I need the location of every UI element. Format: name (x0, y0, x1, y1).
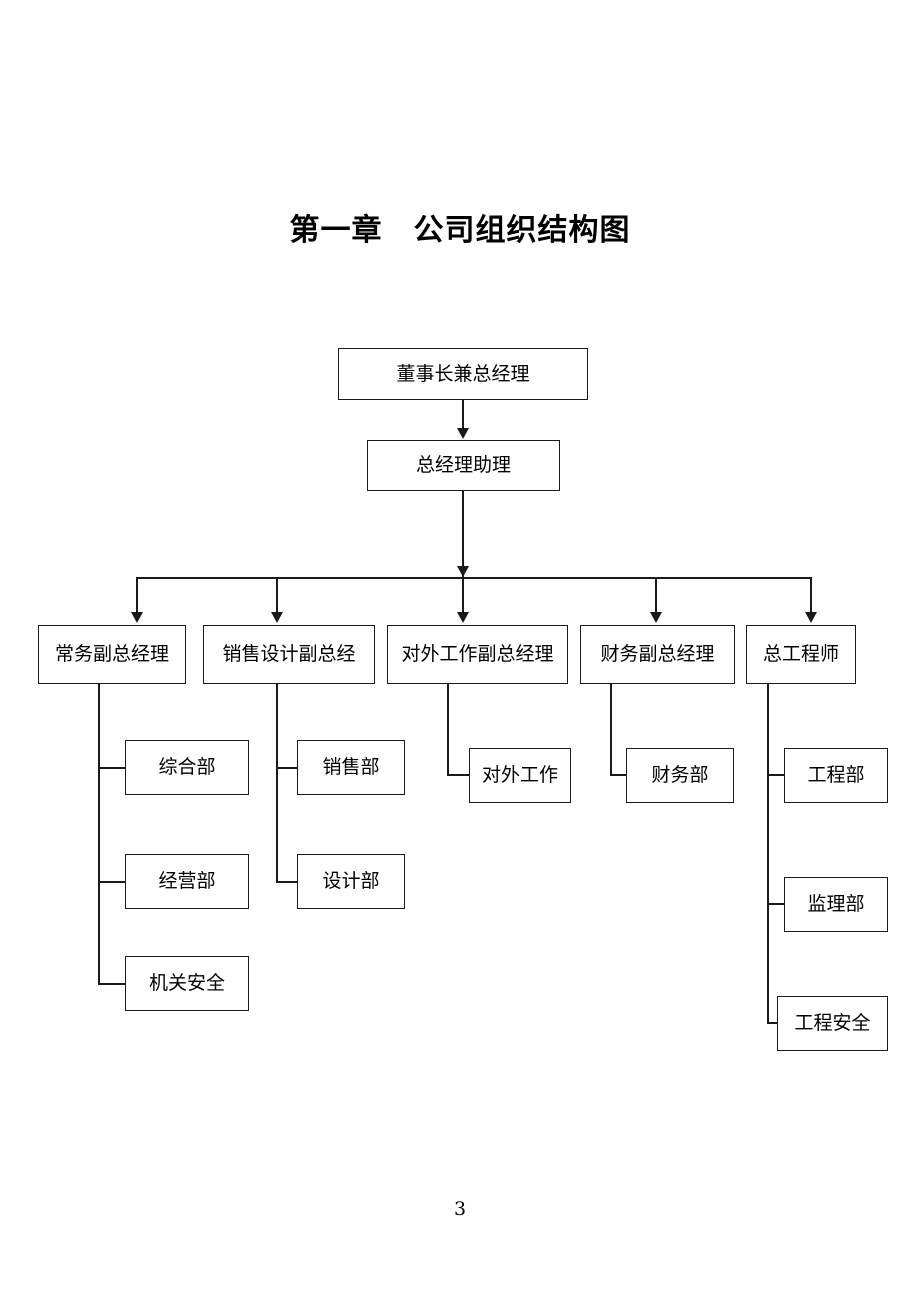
arrow-down-icon (131, 612, 143, 623)
connector-bus-drop-finance-vp (655, 577, 657, 617)
org-node-external-affairs[interactable]: 对外工作 (469, 748, 571, 803)
org-node-label: 经营部 (158, 870, 216, 893)
org-node-label: 综合部 (158, 756, 216, 779)
org-node-chairman[interactable]: 董事长兼总经理 (338, 348, 588, 400)
connector-bus-drop-exec-vp (136, 577, 138, 617)
org-node-general-dept[interactable]: 综合部 (125, 740, 249, 795)
connector-exec-vp-to-office-security (98, 983, 126, 985)
org-node-label: 工程安全 (794, 1012, 871, 1035)
org-node-sales-dept[interactable]: 销售部 (297, 740, 405, 795)
org-node-engineering-safety[interactable]: 工程安全 (777, 996, 888, 1051)
arrow-down-icon (457, 566, 469, 577)
connector-chief-engineer-to-engineering-dept (767, 774, 785, 776)
arrow-down-icon (650, 612, 662, 623)
arrow-down-icon (457, 612, 469, 623)
org-node-label: 设计部 (322, 870, 380, 893)
arrow-down-icon (805, 612, 817, 623)
org-node-label: 常务副总经理 (54, 643, 169, 666)
connector-sales-design-vp-spine (276, 684, 278, 883)
connector-assistant-trunk (462, 491, 464, 578)
arrow-down-icon (457, 428, 469, 439)
org-node-engineering-dept[interactable]: 工程部 (784, 748, 888, 803)
org-node-exec-vp[interactable]: 常务副总经理 (38, 625, 186, 684)
org-node-finance-dept[interactable]: 财务部 (626, 748, 734, 803)
connector-exec-vp-spine (98, 684, 100, 985)
connector-chairman-to-assistant (462, 400, 464, 431)
connector-finance-vp-spine (610, 684, 612, 776)
page-number: 3 (453, 1198, 467, 1220)
org-node-label: 财务部 (651, 764, 709, 787)
connector-sales-design-vp-to-sales-dept (276, 767, 299, 769)
org-node-assistant[interactable]: 总经理助理 (367, 440, 560, 491)
org-node-label: 销售设计副总经 (222, 643, 356, 666)
connector-distribution-bus (136, 577, 812, 579)
org-node-sales-design-vp[interactable]: 销售设计副总经 (203, 625, 375, 684)
connector-chief-engineer-to-supervision-dept (767, 903, 785, 905)
org-node-label: 对外工作 (481, 764, 558, 787)
connector-external-vp-spine (447, 684, 449, 776)
org-node-label: 机关安全 (148, 972, 225, 995)
org-node-label: 总工程师 (762, 643, 839, 666)
connector-bus-drop-external-vp (462, 577, 464, 617)
connector-bus-drop-chief-engineer (810, 577, 812, 617)
connector-chief-engineer-spine (767, 684, 769, 1024)
connector-external-vp-to-external-affairs (447, 774, 471, 776)
org-node-finance-vp[interactable]: 财务副总经理 (580, 625, 735, 684)
connector-exec-vp-to-operations-dept (98, 881, 126, 883)
document-page: 第一章 公司组织结构图 董事长兼总经理 总经理助理 常务副总经理 销售设计副总经… (0, 0, 920, 1302)
org-node-label: 监理部 (807, 893, 865, 916)
org-node-operations-dept[interactable]: 经营部 (125, 854, 249, 909)
org-node-label: 总经理助理 (415, 454, 511, 477)
org-node-label: 董事长兼总经理 (396, 362, 530, 385)
org-node-external-vp[interactable]: 对外工作副总经理 (387, 625, 568, 684)
org-node-office-security[interactable]: 机关安全 (125, 956, 249, 1011)
page-title: 第一章 公司组织结构图 (289, 213, 631, 248)
org-node-chief-engineer[interactable]: 总工程师 (746, 625, 856, 684)
org-node-label: 财务副总经理 (600, 643, 715, 666)
org-node-supervision-dept[interactable]: 监理部 (784, 877, 888, 932)
connector-exec-vp-to-general-dept (98, 767, 126, 769)
connector-sales-design-vp-to-design-dept (276, 881, 299, 883)
org-node-label: 工程部 (807, 764, 865, 787)
org-node-label: 销售部 (322, 756, 380, 779)
org-node-label: 对外工作副总经理 (401, 643, 554, 666)
connector-bus-drop-sales-design-vp (276, 577, 278, 617)
arrow-down-icon (271, 612, 283, 623)
org-node-design-dept[interactable]: 设计部 (297, 854, 405, 909)
